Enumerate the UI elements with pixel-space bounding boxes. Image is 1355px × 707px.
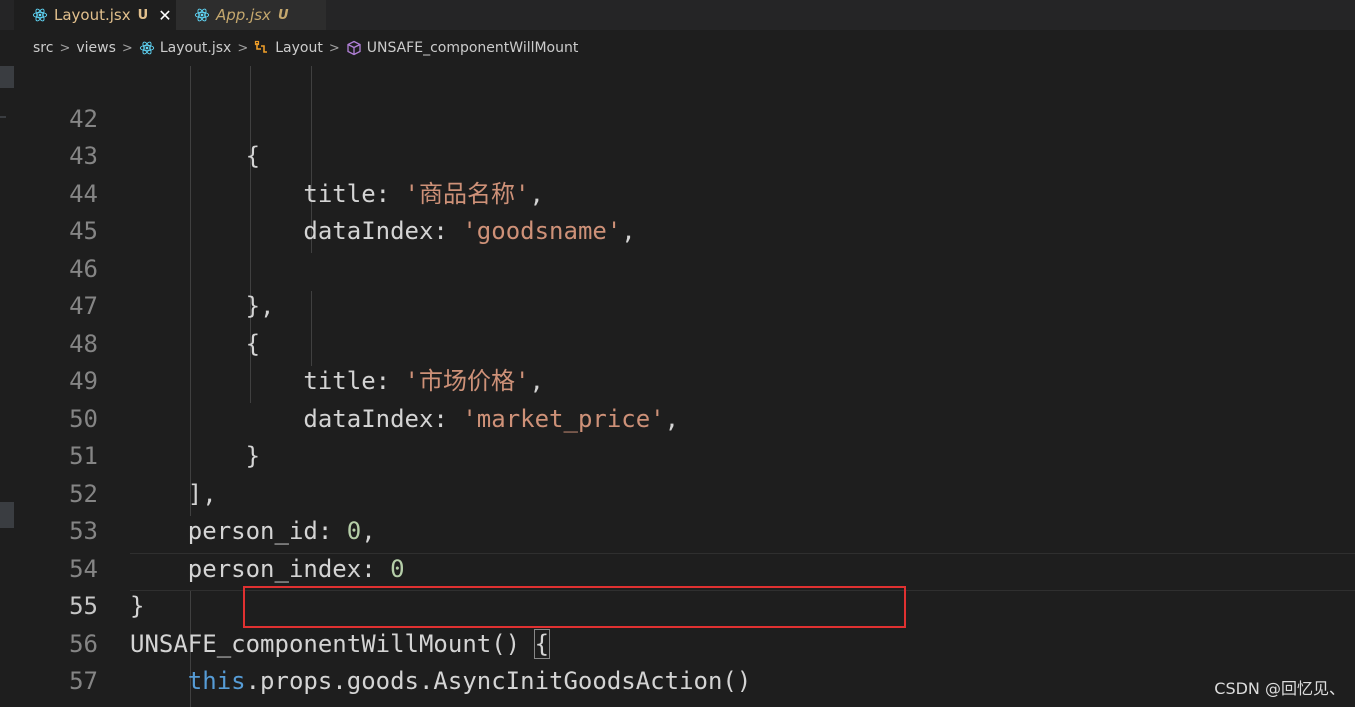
breadcrumb-item-src[interactable]: src xyxy=(33,40,53,56)
code-line: 45 xyxy=(0,176,1355,245)
react-icon xyxy=(139,41,154,55)
breadcrumb-item-class[interactable]: Layout xyxy=(275,40,323,56)
chevron-right-icon: > xyxy=(328,40,340,56)
annotation-highlight-box xyxy=(243,586,906,628)
tab-layout-jsx[interactable]: Layout.jsx U ✕ xyxy=(14,0,176,30)
chevron-right-icon: > xyxy=(59,40,71,56)
code-line: 42 { xyxy=(0,66,1355,171)
react-icon xyxy=(194,8,210,22)
breadcrumb: src > views > Layout.jsx > Layout > UNSA… xyxy=(0,30,1355,66)
code-line: 46 }, xyxy=(0,213,1355,321)
code-line: 54 } xyxy=(0,513,1355,621)
class-symbol-icon xyxy=(255,40,268,53)
line-number: 58 xyxy=(40,701,98,707)
code-line: 50 } xyxy=(0,363,1355,471)
breadcrumb-item-file[interactable]: Layout.jsx xyxy=(160,40,232,56)
close-icon[interactable]: ✕ xyxy=(158,6,171,25)
breadcrumb-item-views[interactable]: views xyxy=(76,40,116,56)
code-line: 49 dataIndex: 'market_price', xyxy=(0,326,1355,433)
tab-label: Layout.jsx xyxy=(54,6,131,24)
method-cube-icon xyxy=(347,40,361,56)
code-line: 57 console.log(this.props,"+++++++++++++… xyxy=(0,626,1355,707)
breadcrumb-item-method[interactable]: UNSAFE_componentWillMount xyxy=(367,40,579,56)
code-editor[interactable]: 42 { 43 title: '商品名称', 44 dataIndex: 'go… xyxy=(0,66,1355,707)
chevron-right-icon: > xyxy=(237,40,249,56)
tab-status-badge: U xyxy=(277,7,289,23)
react-icon xyxy=(32,8,48,22)
code-line: 43 title: '商品名称', xyxy=(0,101,1355,208)
code-line: 44 dataIndex: 'goodsname', xyxy=(0,138,1355,246)
code-line-current: 55 UNSAFE_componentWillMount() { xyxy=(0,551,1355,659)
code-line: 48 title: '市场价格', xyxy=(0,288,1355,396)
watermark: CSDN @回忆见、 xyxy=(1214,679,1345,698)
code-line: 47 { xyxy=(0,251,1355,358)
tab-status-badge: U xyxy=(137,7,149,23)
code-line: 53 person_index: 0 xyxy=(0,476,1355,583)
code-line: 52 person_id: 0, xyxy=(0,438,1355,546)
tab-label: App.jsx xyxy=(216,6,271,24)
tab-app-jsx[interactable]: App.jsx U xyxy=(176,0,326,30)
chevron-right-icon: > xyxy=(121,40,133,56)
code-line: 58 xyxy=(0,663,1355,707)
code-text: console.log(this.props,"++++++++++++++++… xyxy=(130,701,1084,707)
editor-tab-bar: Layout.jsx U ✕ App.jsx U xyxy=(0,0,1355,30)
code-line: 51 ], xyxy=(0,401,1355,508)
